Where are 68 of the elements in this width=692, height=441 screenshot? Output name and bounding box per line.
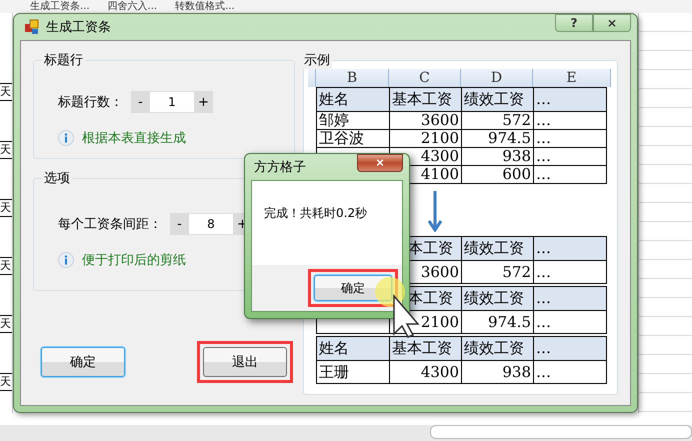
table-cell: 3600 [390,112,462,130]
app-icon [24,19,40,35]
table-cell: 邹婷 [317,112,390,130]
table-cell: 572 [462,112,534,130]
column-letter: E [533,69,611,87]
down-arrow-icon [428,190,442,232]
column-header-cell: 绩效工资 [462,237,534,261]
column-header-cell: … [534,287,607,311]
close-button[interactable]: × [357,154,403,172]
column-header-cell: 绩效工资 [462,337,534,361]
table-cell: … [534,311,607,334]
table-cell: … [534,166,607,184]
table-cell: … [534,130,607,148]
group-title: 示例 [302,51,332,69]
column-header-cell: … [534,88,607,112]
scrollbar[interactable] [430,425,692,439]
close-button[interactable]: × [593,14,631,32]
column-header-cell: 基本工资 [390,88,462,112]
column-header-cell: … [534,237,607,261]
table-cell: … [534,261,607,284]
toolbar-item[interactable]: 转数值格式... [175,0,235,13]
ok-button[interactable]: 确定 [41,347,125,377]
table-cell: 600 [462,166,534,184]
toolbar-item[interactable]: 生成工资条... [30,0,90,13]
sheet-cell: 天 [0,83,12,101]
column-header-cell: 绩效工资 [462,88,534,112]
number-field[interactable]: 1 [150,92,194,112]
exit-button[interactable]: 退出 [203,347,287,377]
info-icon [58,252,74,268]
table-cell: 974.5 [462,130,534,148]
table-cell: 王珊 [317,361,390,384]
table-cell: 938 [462,361,534,384]
dialog-title: 方方格子 [254,159,306,176]
table-cell: … [534,148,607,166]
number-field[interactable]: 8 [189,214,233,234]
info-icon [58,130,74,146]
table-cell: … [534,361,607,384]
column-header-cell: 姓名 [317,88,390,112]
window-title: 生成工资条 [46,19,111,36]
group-title: 标题行 [43,52,84,69]
column-letter: C [389,69,461,87]
table-cell: 572 [462,261,534,284]
table-cell: 卫谷波 [317,130,390,148]
sheet-cell: 天 [0,257,12,275]
table-cell: 938 [462,148,534,166]
message-text: 完成！共耗时0.2秒 [263,205,368,222]
field-label: 每个工资条间距： [58,216,162,233]
sheet-cell: 天 [0,141,12,159]
column-header-cell: … [534,337,607,361]
toolbar-item[interactable]: 四舍六入... [108,0,158,13]
table-cell: 4300 [390,361,462,384]
column-letter: D [461,69,533,87]
table-cell: 974.5 [462,311,534,334]
sheet-cell: 天 [0,373,12,391]
column-letter: B [316,69,389,87]
column-header-cell: 绩效工资 [462,287,534,311]
sheet-cell: 天 [0,315,12,333]
help-button[interactable]: ? [555,14,593,32]
column-header-cell: 基本工资 [390,337,462,361]
column-header-cell: 姓名 [317,337,390,361]
sheet-cell: 天 [0,199,12,217]
corner-cell [308,69,316,87]
hint-text: 便于打印后的剪纸 [82,252,186,269]
field-label: 标题行数： [58,94,123,111]
hint-text: 根据本表直接生成 [82,130,186,147]
group-title: 选项 [43,170,71,187]
table-cell: … [534,112,607,130]
table-cell: 2100 [390,130,462,148]
